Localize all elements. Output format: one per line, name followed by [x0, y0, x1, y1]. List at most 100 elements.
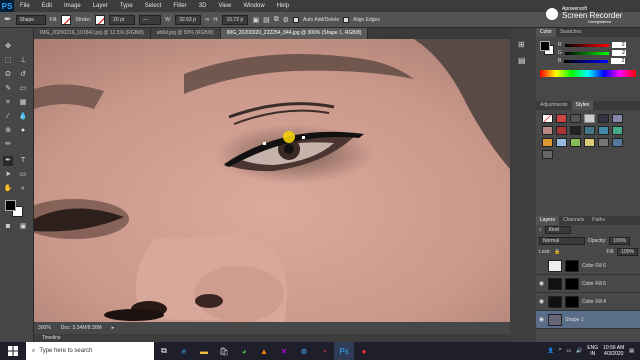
blue-slider[interactable] [564, 59, 609, 63]
history-brush-tool-icon[interactable]: ↺ [18, 70, 28, 80]
type-tool-icon[interactable]: T [18, 156, 28, 166]
opacity-field[interactable]: 100% [609, 236, 631, 245]
tab-channels[interactable]: Channels [559, 216, 588, 225]
lasso-tool-icon[interactable]: ʘ [3, 70, 13, 80]
style-item[interactable] [598, 138, 609, 147]
screen-mode-icon[interactable]: ▣ [18, 222, 28, 232]
style-item[interactable] [584, 138, 595, 147]
move-tool-icon[interactable]: ✥ [3, 42, 13, 52]
healing-brush-tool-icon[interactable]: ⊕ [3, 126, 13, 136]
recorder-taskbar-icon[interactable]: ● [354, 342, 374, 360]
style-item[interactable] [612, 126, 623, 135]
layer-row[interactable]: Color Fill 6 [536, 257, 640, 275]
menu-image[interactable]: Image [58, 3, 87, 9]
layer-name[interactable]: Color Fill 5 [582, 281, 606, 287]
vlc-icon[interactable]: ▲ [254, 342, 274, 360]
menu-view[interactable]: View [212, 3, 237, 9]
auto-add-delete-checkbox[interactable] [293, 16, 300, 23]
color-spectrum[interactable] [540, 70, 636, 77]
hand-tool-icon[interactable]: ✋ [3, 184, 13, 194]
eye-icon[interactable]: ◉ [538, 298, 545, 305]
speaker-icon[interactable]: 🔊 [576, 348, 582, 354]
stroke-size-field[interactable]: 20 pt [109, 14, 136, 25]
menu-layer[interactable]: Layer [87, 3, 114, 9]
document-canvas[interactable] [34, 39, 510, 322]
red-slider[interactable] [564, 43, 609, 47]
photoshop-taskbar-icon[interactable]: Ps [334, 342, 354, 360]
stroke-type-select[interactable]: — [139, 14, 162, 25]
layer-row-selected[interactable]: ◉ Shape 1 [536, 311, 640, 329]
tab-document-2[interactable]: ab6d.jpg @ 50% (RGB/8) [150, 28, 221, 39]
network-app-icon[interactable]: ⊛ [294, 342, 314, 360]
gear-icon[interactable]: ⚙ [283, 16, 289, 24]
height-field[interactable]: 16.72 p [222, 14, 249, 25]
tool-mode-select[interactable]: Shape [15, 14, 46, 25]
properties-panel-icon[interactable]: ▤ [518, 56, 526, 65]
blue-value[interactable]: 2 [611, 58, 626, 64]
green-value[interactable]: 2 [611, 50, 626, 56]
task-view-icon[interactable]: ⧉ [154, 342, 174, 360]
marquee-tool-icon[interactable]: ⬚ [3, 56, 13, 66]
style-item[interactable] [612, 138, 623, 147]
layer-row[interactable]: ◉ Color Fill 4 [536, 293, 640, 311]
pen-tool-icon[interactable]: ✒ [4, 14, 12, 25]
zoom-tool-icon[interactable]: ⌕ [18, 184, 28, 194]
tab-color[interactable]: Color [536, 28, 556, 37]
eraser-tool-icon[interactable]: ▭ [18, 84, 28, 94]
layer-kind-select[interactable]: Kind [544, 226, 571, 234]
link-icon[interactable]: ∞ [205, 17, 209, 23]
red-value[interactable]: 2 [611, 42, 626, 48]
green-slider[interactable] [564, 51, 609, 55]
chevron-up-icon[interactable]: ^ [559, 348, 561, 354]
style-none[interactable] [542, 114, 553, 123]
path-arrangement-icon[interactable]: ⧉ [274, 16, 279, 24]
stroke-swatch[interactable] [95, 14, 106, 25]
eye-icon[interactable]: ◉ [538, 316, 545, 323]
blend-mode-select[interactable]: Normal [539, 236, 585, 245]
path-selection-tool-icon[interactable]: ➤ [3, 170, 13, 180]
width-field[interactable]: 32.63 p [175, 14, 202, 25]
quick-selection-tool-icon[interactable]: ✎ [3, 84, 13, 94]
file-explorer-icon[interactable]: ▬ [194, 342, 214, 360]
menu-type[interactable]: Type [114, 3, 139, 9]
path-operations-icon[interactable]: ▣ [252, 16, 259, 24]
style-item[interactable] [598, 114, 609, 123]
taskbar-search-box[interactable]: ⌕ Type here to search [26, 342, 154, 360]
quick-mask-icon[interactable]: ◙ [3, 222, 13, 232]
style-item[interactable] [612, 114, 623, 123]
store-icon[interactable]: 🛍 [214, 342, 234, 360]
style-item[interactable] [584, 126, 595, 135]
style-item[interactable] [570, 126, 581, 135]
eye-icon[interactable]: ◉ [538, 280, 545, 287]
blur-tool-icon[interactable]: 💧 [18, 112, 28, 122]
clock[interactable]: 10:56 AM 4/3/2020 [603, 345, 624, 357]
dodge-tool-icon[interactable]: ● [18, 126, 28, 136]
notifications-icon[interactable]: ▤ [629, 348, 634, 354]
style-item[interactable] [556, 126, 567, 135]
history-panel-icon[interactable]: ⊞ [518, 40, 525, 49]
timeline-panel-tab[interactable]: Timeline [34, 334, 510, 342]
zoom-level[interactable]: 300% [38, 325, 51, 331]
tab-document-1[interactable]: IMG_20200216_101842.jpg @ 12.5% (RGB/8) [34, 28, 151, 39]
chrome-alt-icon[interactable]: ◔ [314, 342, 334, 360]
layer-name[interactable]: Color Fill 4 [582, 299, 606, 305]
lock-icon[interactable]: 🔒 [554, 249, 560, 255]
status-menu-arrow-icon[interactable]: ▸ [112, 325, 115, 331]
tab-swatches[interactable]: Swatches [556, 28, 586, 37]
gradient-tool-icon[interactable]: ▦ [18, 98, 28, 108]
brush-tool-icon[interactable]: ✏ [3, 140, 13, 150]
layer-row[interactable]: ◉ Color Fill 5 [536, 275, 640, 293]
layer-name[interactable]: Color Fill 6 [582, 263, 606, 269]
chrome-icon[interactable]: ◕ [234, 342, 254, 360]
layer-name[interactable]: Shape 1 [565, 317, 584, 323]
style-item[interactable] [556, 138, 567, 147]
style-item[interactable] [556, 114, 567, 123]
style-item[interactable] [542, 138, 553, 147]
align-edges-checkbox[interactable] [343, 16, 350, 23]
battery-icon[interactable]: ▭ [566, 348, 571, 354]
tab-styles[interactable]: Styles [571, 101, 594, 110]
path-alignment-icon[interactable]: ▤ [263, 16, 270, 24]
clone-stamp-tool-icon[interactable]: ⊥ [18, 56, 28, 66]
person-icon[interactable]: 👤 [548, 348, 554, 354]
fill-field[interactable]: 100% [617, 247, 638, 256]
